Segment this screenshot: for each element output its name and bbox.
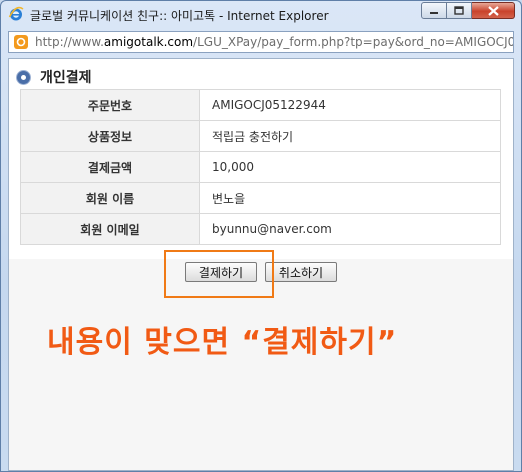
site-favicon-icon <box>14 35 28 49</box>
table-row: 결제금액 10,000 <box>20 151 501 183</box>
internet-explorer-icon <box>8 6 24 21</box>
row-label: 회원 이름 <box>20 182 200 214</box>
table-row: 상품정보 적립금 충전하기 <box>20 120 501 152</box>
minimize-button[interactable] <box>421 2 447 19</box>
table-row: 주문번호 AMIGOCJ05122944 <box>20 89 501 121</box>
url-prefix: http://www. <box>35 35 104 49</box>
cancel-button[interactable]: 취소하기 <box>265 262 337 282</box>
row-value: 적립금 충전하기 <box>199 120 501 152</box>
row-value: 변노을 <box>199 182 501 214</box>
row-label: 결제금액 <box>20 151 200 183</box>
pay-button-highlight-box <box>164 250 274 298</box>
minimize-icon <box>430 11 438 14</box>
address-bar[interactable]: http://www.amigotalk.com/LGU_XPay/pay_fo… <box>8 31 514 53</box>
section-title: 개인결제 <box>40 70 92 86</box>
section-header: 개인결제 <box>17 67 92 87</box>
close-button[interactable] <box>472 2 515 19</box>
row-value: AMIGOCJ05122944 <box>199 89 501 121</box>
row-label: 회원 이메일 <box>20 213 200 245</box>
payment-info-table: 주문번호 AMIGOCJ05122944 상품정보 적립금 충전하기 결제금액 … <box>20 89 501 245</box>
instruction-annotation: 내용이 맞으면 “결제하기” <box>47 325 398 360</box>
maximize-button[interactable] <box>447 2 472 19</box>
table-row: 회원 이메일 byunnu@naver.com <box>20 213 501 245</box>
row-label: 주문번호 <box>20 89 200 121</box>
section-bullet-icon <box>17 70 30 84</box>
row-label: 상품정보 <box>20 120 200 152</box>
title-bar[interactable]: 글로벌 커뮤니케이션 친구:: 아미고톡 - Internet Explorer <box>1 1 521 28</box>
row-value: byunnu@naver.com <box>199 213 501 245</box>
url-path: /LGU_XPay/pay_form.php?tp=pay&ord_no=AMI… <box>193 35 514 49</box>
browser-window: 글로벌 커뮤니케이션 친구:: 아미고톡 - Internet Explorer… <box>0 0 522 472</box>
maximize-icon <box>454 6 464 15</box>
address-url: http://www.amigotalk.com/LGU_XPay/pay_fo… <box>35 35 514 49</box>
table-row: 회원 이름 변노을 <box>20 182 501 214</box>
url-domain: amigotalk.com <box>103 35 194 49</box>
row-value: 10,000 <box>199 151 501 183</box>
window-controls <box>421 2 515 21</box>
page-content: 개인결제 주문번호 AMIGOCJ05122944 상품정보 적립금 충전하기 … <box>8 58 514 471</box>
window-title: 글로벌 커뮤니케이션 친구:: 아미고톡 - Internet Explorer <box>30 9 329 23</box>
close-icon <box>487 5 499 16</box>
